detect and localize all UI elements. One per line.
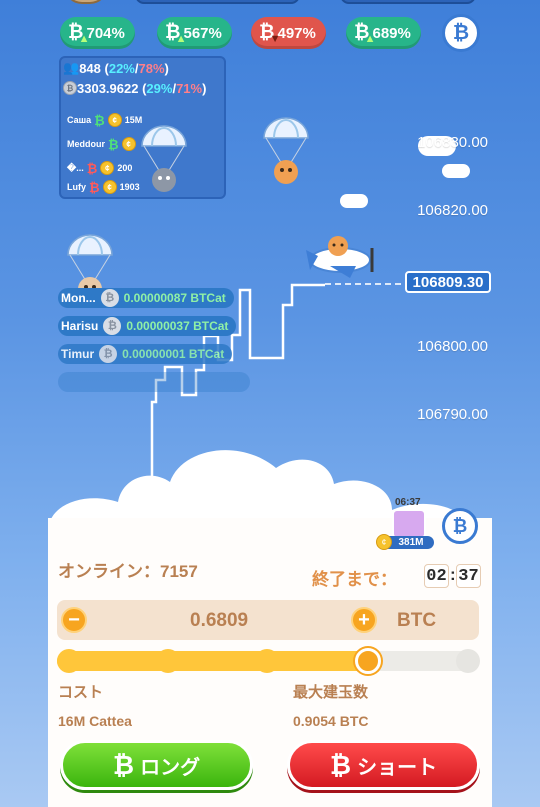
treasure-chest-icon[interactable]: [392, 509, 426, 539]
players-short-pct: 78%: [138, 60, 165, 76]
paren: (: [138, 80, 147, 96]
coins-long-pct: 29%: [146, 80, 173, 96]
minus-icon: −: [68, 609, 80, 631]
btc-up-icon: ₿: [112, 749, 135, 780]
feed-amount: 0.00000001 BTCat: [122, 347, 225, 361]
slider-fill: [57, 651, 376, 671]
coin-icon: ¢: [121, 137, 136, 151]
countdown-colon: :: [450, 565, 456, 584]
silver-coin-icon: ₿: [63, 81, 77, 95]
feed-item: Timur ₿ 0.00000001 BTCat: [58, 344, 233, 364]
plus-button[interactable]: +: [351, 607, 377, 633]
chest-timer: 06:37: [395, 497, 421, 508]
max-position-label: 最大建玉数: [293, 684, 369, 701]
current-price: 106809.30: [405, 271, 491, 293]
online-count: オンライン：7157: [58, 557, 198, 582]
max-position-value: 0.9054 BTC: [293, 713, 369, 729]
btc-down-icon: ₿: [86, 160, 98, 176]
price-tick: 106820.00: [417, 202, 488, 219]
players-row: 👥 848 ( 22% / 78% ): [61, 58, 224, 78]
minus-button[interactable]: −: [61, 607, 87, 633]
long-label: ロング: [140, 756, 201, 779]
silver-coin-icon: ₿: [100, 289, 119, 307]
feed-name: Timur: [61, 347, 95, 361]
feed-item-fading: [58, 372, 250, 392]
countdown-label: 終了まで：: [312, 570, 397, 589]
paren: (: [100, 60, 109, 76]
leader-name: Meddour: [67, 139, 105, 149]
coins-short-pct: 71%: [176, 80, 203, 96]
btc-down-icon: ₿: [89, 179, 100, 195]
leader-name: Lufy: [67, 182, 86, 192]
feed-name: Mon...: [61, 291, 96, 305]
leader-amount: 200: [117, 163, 133, 173]
feed-item: Mon... ₿ 0.00000087 BTCat: [58, 288, 234, 308]
coins-row: ₿ 3303.9622 ( 29% / 71% ): [61, 78, 224, 98]
coin-icon: ¢: [102, 180, 117, 194]
bet-unit: BTC: [397, 610, 437, 631]
btc-down-icon: ₿: [329, 749, 352, 780]
silver-coin-icon: ₿: [103, 317, 122, 335]
paren: ): [164, 60, 169, 76]
cost-value: 16M Cattea: [58, 713, 132, 729]
countdown-seconds: 37: [456, 564, 481, 588]
btc-up-icon: ₿: [108, 136, 119, 152]
slider-stop[interactable]: [255, 649, 279, 673]
plus-icon: +: [358, 609, 370, 631]
feed-amount: 0.00000037 BTCat: [126, 319, 229, 333]
long-button[interactable]: ₿ ロング: [60, 740, 253, 790]
coin-icon: ¢: [107, 113, 122, 127]
players-icon: 👥: [63, 60, 80, 75]
btc-history-icon: ₿: [452, 515, 468, 536]
leader-amount: 1903: [119, 182, 140, 192]
price-tick: 106830.00: [417, 134, 488, 151]
leader-name: Саша: [67, 115, 92, 125]
coin-icon: ¢: [376, 534, 392, 550]
countdown-minutes: 02: [424, 564, 449, 588]
trade-history-button[interactable]: ₿: [442, 508, 478, 544]
bet-amount[interactable]: 0.6809: [190, 610, 248, 632]
slider-stop[interactable]: [456, 649, 480, 673]
paren: ): [202, 80, 207, 96]
feed-amount: 0.00000087 BTCat: [123, 291, 226, 305]
airplane-cat: [306, 236, 374, 278]
players-long-pct: 22%: [108, 60, 135, 76]
parachute-cat-1: [141, 125, 187, 192]
coin-icon: ¢: [100, 161, 115, 175]
feed-name: Harisu: [61, 319, 99, 333]
parachute-cat-2: [263, 117, 309, 184]
price-tick: 106790.00: [417, 406, 488, 423]
leader-name: �...: [67, 162, 84, 173]
feed-item: Harisu ₿ 0.00000037 BTCat: [58, 316, 237, 336]
price-tick: 106800.00: [417, 338, 488, 355]
btc-up-icon: ₿: [94, 112, 105, 128]
cost-label: コスト: [58, 684, 104, 701]
short-label: ショート: [357, 756, 438, 779]
online-value: 7157: [160, 562, 198, 581]
short-button[interactable]: ₿ ショート: [287, 740, 480, 790]
coins-total: 3303.9622: [77, 80, 139, 96]
players-count: 848: [79, 60, 101, 76]
slider-thumb[interactable]: [354, 648, 381, 674]
slider-stop[interactable]: [156, 649, 180, 673]
silver-coin-icon: ₿: [99, 345, 118, 363]
slider-stop[interactable]: [57, 649, 81, 673]
online-label: オンライン：: [58, 562, 160, 581]
